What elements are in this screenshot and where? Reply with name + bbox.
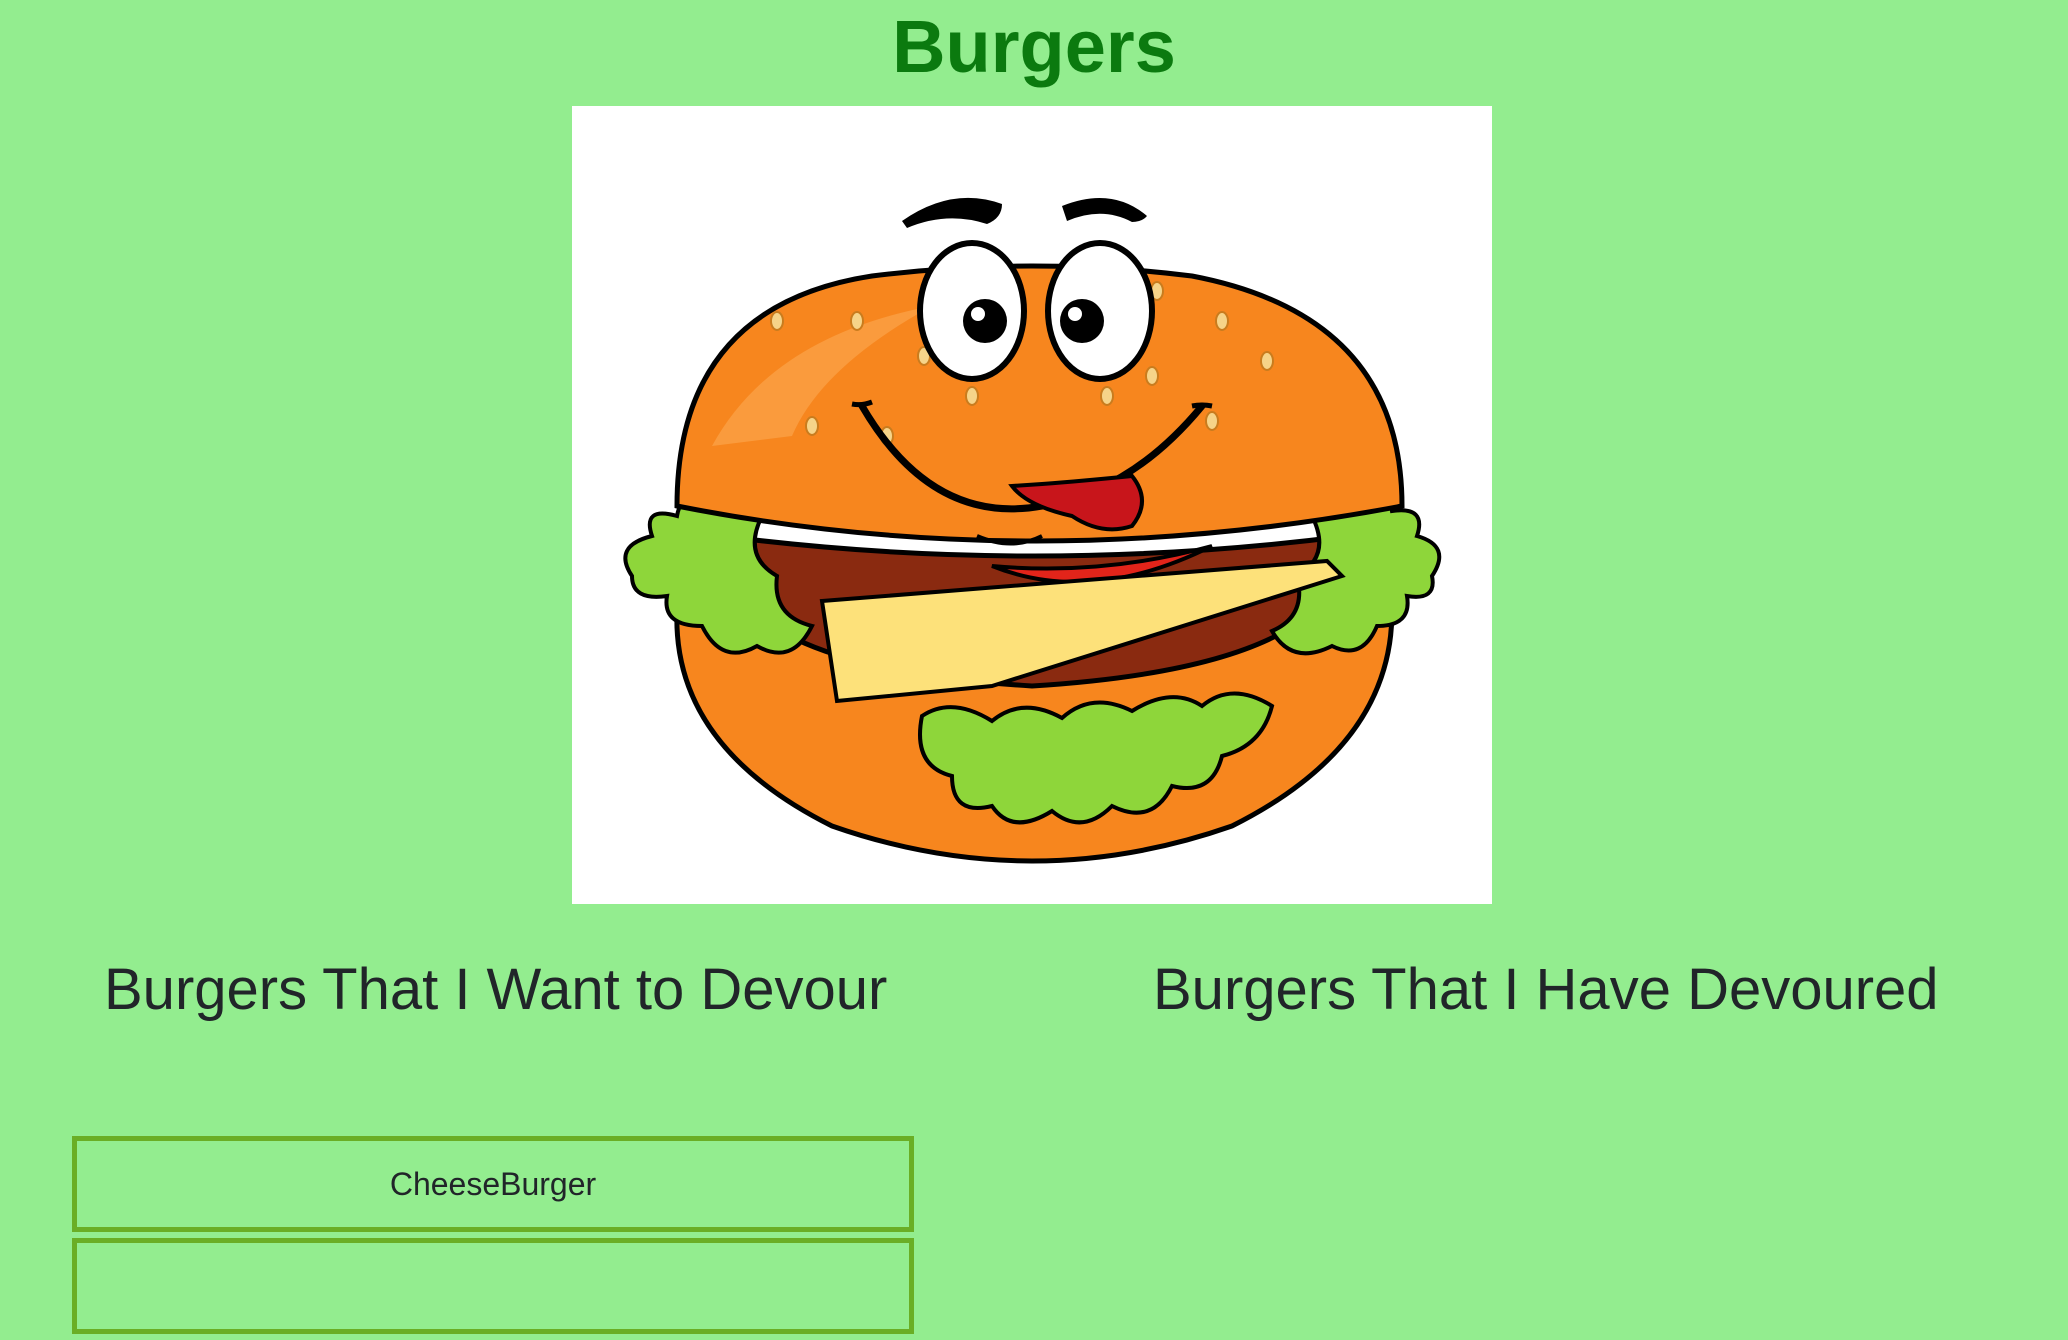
devoured-heading: Burgers That I Have Devoured [1153, 957, 1939, 1022]
to-devour-heading: Burgers That I Want to Devour [104, 957, 888, 1022]
burger-item[interactable] [72, 1238, 914, 1334]
burger-mascot-image [572, 106, 1492, 904]
burger-item-cheeseburger[interactable]: CheeseBurger [72, 1136, 914, 1232]
burger-mascot-icon [623, 197, 1442, 864]
to-devour-list: CheeseBurger [72, 1136, 914, 1340]
page-title: Burgers [892, 5, 1176, 88]
